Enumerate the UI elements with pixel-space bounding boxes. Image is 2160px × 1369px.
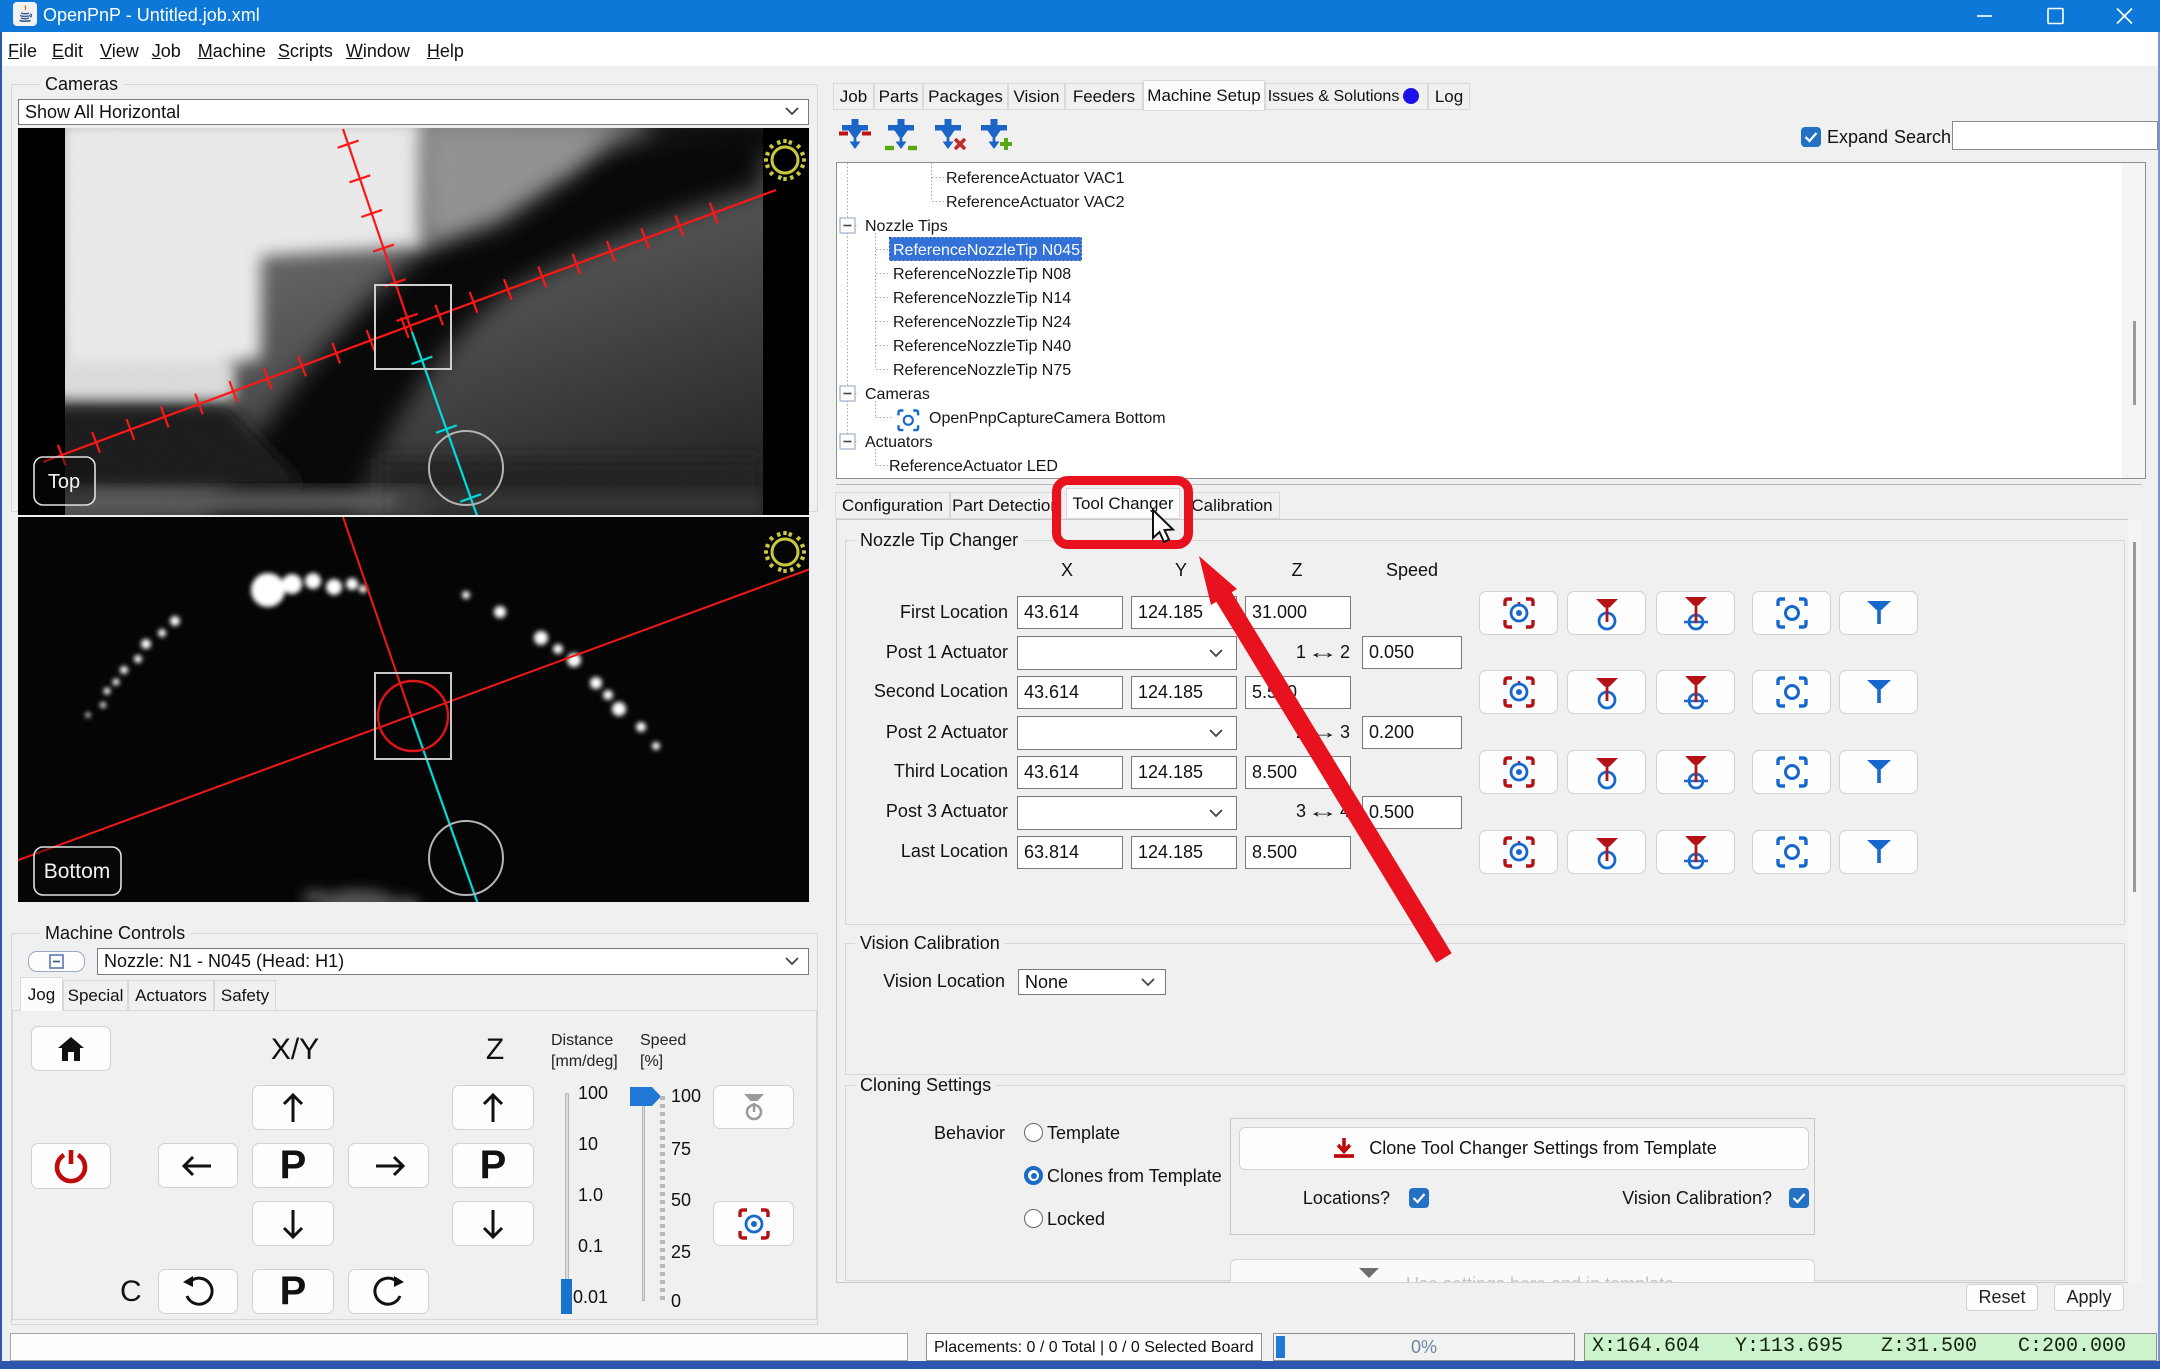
svg-text:ReferenceNozzleTip N40: ReferenceNozzleTip N40: [893, 338, 1071, 355]
svg-text:ReferenceNozzleTip N14: ReferenceNozzleTip N14: [893, 290, 1071, 307]
svg-text:Use settings here and in templ: Use settings here and in template: [1406, 1274, 1674, 1283]
svg-text:Actuators: Actuators: [865, 434, 933, 451]
svg-text:Nozzle Tips: Nozzle Tips: [865, 218, 948, 235]
svg-text:ReferenceNozzleTip N75: ReferenceNozzleTip N75: [893, 362, 1071, 379]
svg-text:Top: Top: [48, 471, 80, 493]
svg-text:ReferenceActuator VAC1: ReferenceActuator VAC1: [946, 170, 1125, 187]
svg-text:Cameras: Cameras: [865, 386, 930, 403]
svg-text:ReferenceNozzleTip N045: ReferenceNozzleTip N045: [893, 242, 1080, 259]
svg-text:ReferenceActuator VAC2: ReferenceActuator VAC2: [946, 194, 1125, 211]
svg-text:ReferenceActuator LED: ReferenceActuator LED: [889, 458, 1058, 475]
svg-text:Bottom: Bottom: [44, 860, 111, 883]
svg-text:ReferenceNozzleTip N08: ReferenceNozzleTip N08: [893, 266, 1071, 283]
svg-text:ReferenceNozzleTip N24: ReferenceNozzleTip N24: [893, 314, 1071, 331]
svg-text:OpenPnpCaptureCamera Bottom: OpenPnpCaptureCamera Bottom: [929, 410, 1166, 427]
